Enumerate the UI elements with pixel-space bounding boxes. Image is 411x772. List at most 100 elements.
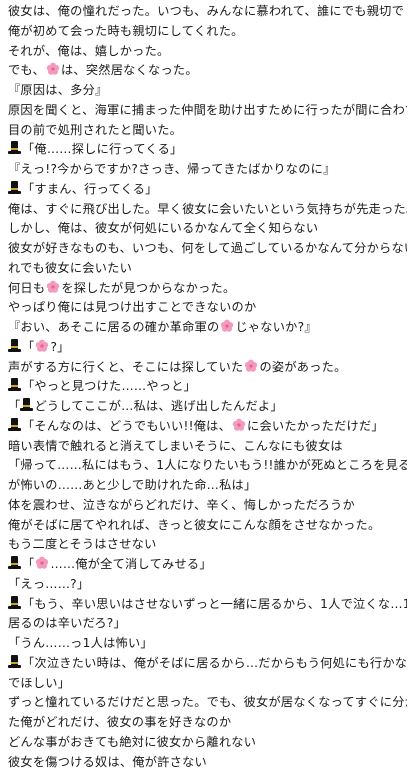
story-line: 「 ?」 bbox=[8, 338, 407, 358]
story-line: た俺がどれだけ、彼女の事を好きなのか bbox=[8, 713, 407, 733]
story-line: 何日も を探したが見つからなかった。 bbox=[8, 279, 407, 299]
story-line: 俺が初めて会った時も親切にしてくれた。 bbox=[8, 22, 407, 42]
story-text: 俺が初めて会った時も親切にしてくれた。 bbox=[8, 24, 244, 38]
story-line: 居るのは辛いだろ?」 bbox=[8, 614, 407, 634]
story-text: 「うん……っ1人は怖い」 bbox=[8, 636, 153, 650]
story-line: 原因を聞くと、海軍に捕まった仲間を助け出すために行ったが間に合わず bbox=[8, 101, 407, 121]
story-text: 『おい、あそこに居るの確か革命軍の bbox=[8, 320, 219, 334]
story-text: に会いたかっただけだ」 bbox=[247, 419, 384, 433]
top-hat-icon bbox=[8, 655, 21, 669]
story-text: どんな事がおきても絶対に彼女から離れない bbox=[8, 735, 256, 749]
story-text: もう二度とそうはさせない bbox=[8, 537, 157, 551]
story-text: を探したが見つからなかった。 bbox=[61, 281, 235, 295]
top-hat-icon bbox=[8, 378, 21, 392]
story-text: しかし、俺は、彼女が何処にいるかなんて全く知らない bbox=[8, 221, 318, 235]
story-text: 「すまん、行ってくる」 bbox=[22, 182, 158, 196]
story-line: れでも彼女に会いたい bbox=[8, 259, 407, 279]
story-line: ずっと憧れているだけだと思った。でも、彼女が居なくなってすぐに分かっ bbox=[8, 693, 407, 713]
story-text: 「やっと見つけた……やっと」 bbox=[22, 379, 196, 393]
story-text: 暗い表情で触れると消えてしまいそうに、こんなにも彼女は bbox=[8, 439, 343, 453]
story-text: 「そんなのは、どうでもいい!!俺は、 bbox=[22, 419, 231, 433]
story-line: 体を震わせ、泣きながらどれだけ、辛く、悔しかっただろうか bbox=[8, 496, 407, 516]
story-line: 「俺……探しに行ってくる」 bbox=[8, 140, 407, 160]
story-line: 「帰って……私にはもう、1人になりたいもう!!誰かが死ぬところを見るの bbox=[8, 456, 407, 476]
story-line: どんな事がおきても絶対に彼女から離れない bbox=[8, 733, 407, 753]
story-line: 「もう、辛い思いはさせないずっと一緒に居るから、1人で泣くな…1人で bbox=[8, 595, 407, 615]
cherry-blossom-icon bbox=[35, 556, 49, 570]
story-line: 彼女は、俺の憧れだった。いつも、みんなに慕われて、誰にでも親切で bbox=[8, 2, 407, 22]
story-text: の姿があった。 bbox=[259, 360, 346, 374]
story-line: 目の前で処刑されたと聞いた。 bbox=[8, 121, 407, 141]
story-text: 「帰って……私にはもう、1人になりたいもう!!誰かが死ぬところを見るの bbox=[8, 458, 407, 472]
cherry-blossom-icon bbox=[35, 339, 49, 353]
cherry-blossom-icon bbox=[46, 280, 60, 294]
story-text: た俺がどれだけ、彼女の事を好きなのか bbox=[8, 715, 231, 729]
story-text: 何日も bbox=[8, 281, 45, 295]
story-text: 「 bbox=[22, 340, 34, 354]
story-line: でほしい」 bbox=[8, 674, 407, 694]
story-line: 俺がそばに居てやれれば、きっと彼女にこんな顔をさせなかった。 bbox=[8, 516, 407, 536]
story-line: 「えっ……?」 bbox=[8, 575, 407, 595]
story-text: れでも彼女に会いたい bbox=[8, 261, 132, 275]
story-line: やっぱり俺には見つけ出すことできないのか bbox=[8, 298, 407, 318]
story-text: やっぱり俺には見つけ出すことできないのか bbox=[8, 300, 256, 314]
story-line: 「そんなのは、どうでもいい!!俺は、 に会いたかっただけだ」 bbox=[8, 417, 407, 437]
cherry-blossom-icon bbox=[232, 418, 246, 432]
story-page: 彼女は、俺の憧れだった。いつも、みんなに慕われて、誰にでも親切で俺が初めて会った… bbox=[0, 0, 411, 680]
story-text: 目の前で処刑されたと聞いた。 bbox=[8, 123, 182, 137]
story-line: 暗い表情で触れると消えてしまいそうに、こんなにも彼女は bbox=[8, 437, 407, 457]
story-line: 『えっ!?今からですか?さっき、帰ってきたばかりなのに』 bbox=[8, 160, 407, 180]
story-text: ……俺が全て消してみせる」 bbox=[50, 557, 211, 571]
story-text: 原因を聞くと、海軍に捕まった仲間を助け出すために行ったが間に合わず bbox=[8, 103, 407, 117]
top-hat-icon bbox=[8, 141, 21, 155]
top-hat-icon bbox=[8, 596, 21, 610]
story-line: 「うん……っ1人は怖い」 bbox=[8, 634, 407, 654]
story-line: 「すまん、行ってくる」 bbox=[8, 180, 407, 200]
story-line: 「 ……俺が全て消してみせる」 bbox=[8, 555, 407, 575]
story-text: 彼女は、俺の憧れだった。いつも、みんなに慕われて、誰にでも親切で bbox=[8, 4, 404, 18]
story-line: 俺は、すぐに飛び出した。早く彼女に会いたいという気持ちが先走った。 bbox=[8, 200, 407, 220]
story-text: 「 bbox=[22, 557, 34, 571]
top-hat-icon bbox=[8, 339, 21, 353]
cherry-blossom-icon bbox=[244, 359, 258, 373]
story-text: どうしてここが…私は、逃げ出したんだよ」 bbox=[34, 399, 282, 413]
story-text: でも、 bbox=[8, 63, 45, 77]
story-line: もう二度とそうはさせない bbox=[8, 535, 407, 555]
story-line: 『原因は、多分』 bbox=[8, 81, 407, 101]
story-line: それが、俺は、嬉しかった。 bbox=[8, 42, 407, 62]
story-text: 「次泣きたい時は、俺がそばに居るから…だからもう何処にも行かないで bbox=[22, 656, 407, 670]
story-text: それが、俺は、嬉しかった。 bbox=[8, 44, 169, 58]
story-line: が怖いの……あと少しで助けれた命…私は」 bbox=[8, 476, 407, 496]
story-text: は、突然居なくなった。 bbox=[61, 63, 198, 77]
story-text: 居るのは辛いだろ?」 bbox=[8, 616, 126, 630]
story-text: 体を震わせ、泣きながらどれだけ、辛く、悔しかっただろうか bbox=[8, 498, 355, 512]
story-line: 彼女を傷つける奴は、俺が許さない bbox=[8, 753, 407, 772]
story-text: ずっと憧れているだけだと思った。でも、彼女が居なくなってすぐに分かっ bbox=[8, 695, 407, 709]
story-text: 「俺……探しに行ってくる」 bbox=[22, 142, 182, 156]
story-text: 『原因は、多分』 bbox=[8, 83, 108, 97]
story-text: 「もう、辛い思いはさせないずっと一緒に居るから、1人で泣くな…1人で bbox=[22, 597, 407, 611]
story-line: しかし、俺は、彼女が何処にいるかなんて全く知らない bbox=[8, 219, 407, 239]
story-text: 彼女を傷つける奴は、俺が許さない bbox=[8, 755, 207, 769]
cherry-blossom-icon bbox=[220, 319, 234, 333]
story-line: 彼女が好きなものも、いつも、何をして過ごしているかなんて分からない、そ bbox=[8, 239, 407, 259]
story-line: 「次泣きたい時は、俺がそばに居るから…だからもう何処にも行かないで bbox=[8, 654, 407, 674]
story-text: 俺がそばに居てやれれば、きっと彼女にこんな顔をさせなかった。 bbox=[8, 518, 380, 532]
story-line: 「やっと見つけた……やっと」 bbox=[8, 377, 407, 397]
story-text: 俺は、すぐに飛び出した。早く彼女に会いたいという気持ちが先走った。 bbox=[8, 202, 407, 216]
story-line: 「どうしてここが…私は、逃げ出したんだよ」 bbox=[8, 397, 407, 417]
story-text: が怖いの……あと少しで助けれた命…私は」 bbox=[8, 478, 256, 492]
story-line: 『おい、あそこに居るの確か革命軍の じゃないか?』 bbox=[8, 318, 407, 338]
story-text: 声がする方に行くと、そこには探していた bbox=[8, 360, 243, 374]
top-hat-icon bbox=[20, 398, 33, 412]
story-text: じゃないか?』 bbox=[235, 320, 316, 334]
story-text: 「えっ……?」 bbox=[8, 577, 89, 591]
top-hat-icon bbox=[8, 556, 21, 570]
story-text: 「 bbox=[8, 399, 20, 413]
story-text: ?」 bbox=[50, 340, 69, 354]
cherry-blossom-icon bbox=[46, 62, 60, 76]
story-text: 『えっ!?今からですか?さっき、帰ってきたばかりなのに』 bbox=[8, 162, 336, 176]
story-text: でほしい」 bbox=[8, 676, 70, 690]
top-hat-icon bbox=[8, 181, 21, 195]
story-line: 声がする方に行くと、そこには探していた の姿があった。 bbox=[8, 358, 407, 378]
